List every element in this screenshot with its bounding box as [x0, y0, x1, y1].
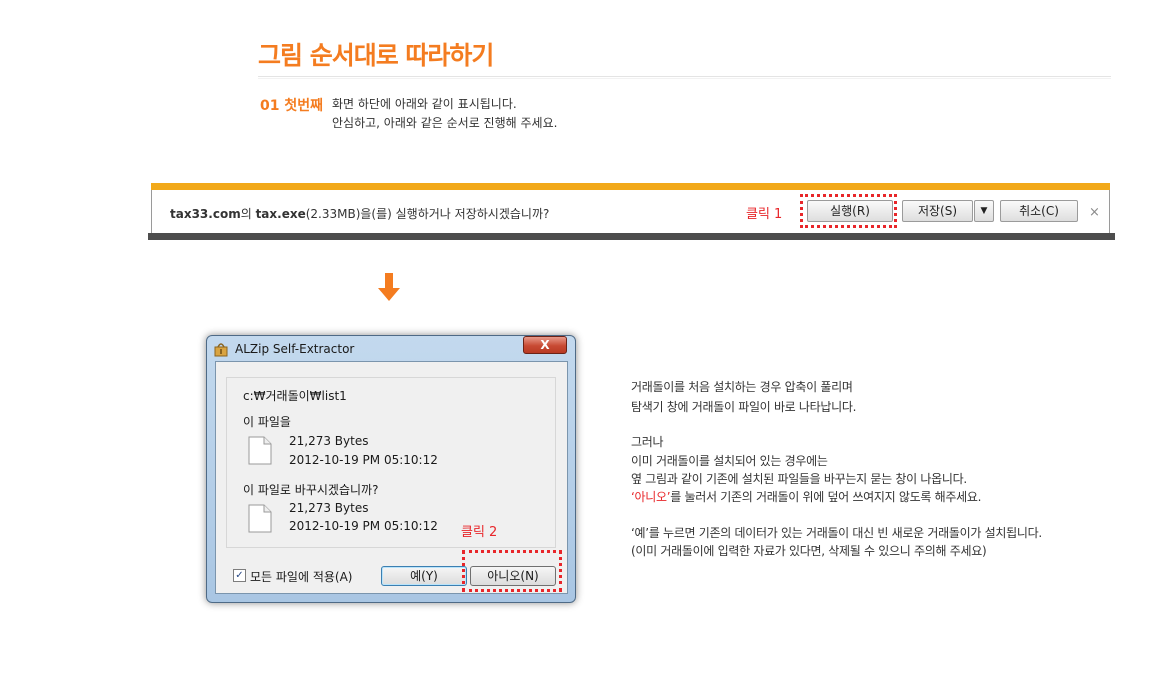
explanation-p2-line3: 옆 그림과 같이 기존에 설치된 파일들을 바꾸는지 묻는 창이 나옵니다. — [631, 472, 967, 486]
explanation-p1-line2: 탐색기 창에 거래돌이 파일이 바로 나타납니다. — [631, 400, 857, 414]
title-divider-shadow — [258, 78, 1111, 79]
existing-file-label: 이 파일을 — [243, 415, 291, 429]
no-button-highlight — [462, 550, 562, 592]
step-description-line2: 안심하고, 아래와 같은 순서로 진행해 주세요. — [332, 116, 558, 130]
explanation-p3-line1: ‘예’를 누르면 기존의 데이터가 있는 거래돌이 대신 빈 새로운 거래돌이가… — [631, 526, 1042, 540]
existing-file-icon — [248, 436, 272, 465]
explanation-p2-line4: ‘아니오’를 눌러서 기존의 거래돌이 위에 덮어 쓰여지지 않도록 해주세요. — [631, 488, 981, 505]
no-option-highlight-text: ‘아니오’ — [631, 490, 671, 504]
apply-all-label: 모든 파일에 적용(A) — [250, 570, 353, 584]
title-divider — [258, 76, 1111, 77]
alzip-app-icon — [214, 343, 228, 357]
click-2-callout: 클릭 2 — [461, 525, 498, 540]
save-button[interactable]: 저장(S) — [902, 200, 973, 222]
existing-file-size: 21,273 Bytes — [289, 434, 369, 448]
explanation-p2-line4-rest: 를 눌러서 기존의 거래돌이 위에 덮어 쓰여지지 않도록 해주세요. — [670, 490, 982, 504]
dialog-path: c:₩거래돌이₩list1 — [243, 389, 347, 403]
page-title: 그림 순서대로 따라하기 — [258, 41, 494, 70]
dialog-title: ALZip Self-Extractor — [235, 342, 355, 356]
run-button-highlight — [800, 194, 897, 228]
click-1-callout: 클릭 1 — [746, 207, 783, 222]
explanation-p2-line2: 이미 거래돌이를 설치되어 있는 경우에는 — [631, 454, 828, 468]
download-message-part2: (2.33MB)을(를) 실행하거나 저장하시겠습니까? — [305, 207, 550, 221]
replace-question: 이 파일로 바꾸시겠습니까? — [243, 483, 379, 497]
new-file-size: 21,273 Bytes — [289, 501, 369, 515]
dialog-close-button[interactable]: X — [523, 336, 567, 354]
down-arrow-icon — [378, 273, 400, 301]
explanation-p1-line1: 거래돌이를 처음 설치하는 경우 압축이 풀리며 — [631, 380, 853, 394]
cancel-button[interactable]: 취소(C) — [1000, 200, 1078, 222]
close-icon[interactable]: × — [1089, 205, 1100, 220]
step-number: 01 첫번째 — [260, 98, 323, 114]
yes-button[interactable]: 예(Y) — [381, 566, 467, 586]
new-file-icon — [248, 504, 272, 533]
download-bar-accent — [151, 183, 1110, 190]
download-file-name: tax.exe — [255, 207, 306, 221]
new-file-date: 2012-10-19 PM 05:10:12 — [289, 519, 438, 533]
download-message-part1: 의 — [240, 207, 256, 221]
download-message: tax33.com의 tax.exe(2.33MB)을(를) 실행하거나 저장하… — [170, 205, 549, 222]
download-site: tax33.com — [170, 207, 241, 221]
existing-file-date: 2012-10-19 PM 05:10:12 — [289, 453, 438, 467]
download-bar-bottom-edge — [148, 233, 1115, 240]
apply-all-checkbox[interactable]: ✓ — [233, 569, 246, 582]
explanation-p3-line2: (이미 거래돌이에 입력한 자료가 있다면, 삭제될 수 있으니 주의해 주세요… — [631, 544, 987, 558]
explanation-p2-line1: 그러나 — [631, 435, 664, 449]
save-options-dropdown-icon[interactable]: ▼ — [974, 200, 994, 222]
step-description-line1: 화면 하단에 아래와 같이 표시됩니다. — [332, 97, 517, 111]
